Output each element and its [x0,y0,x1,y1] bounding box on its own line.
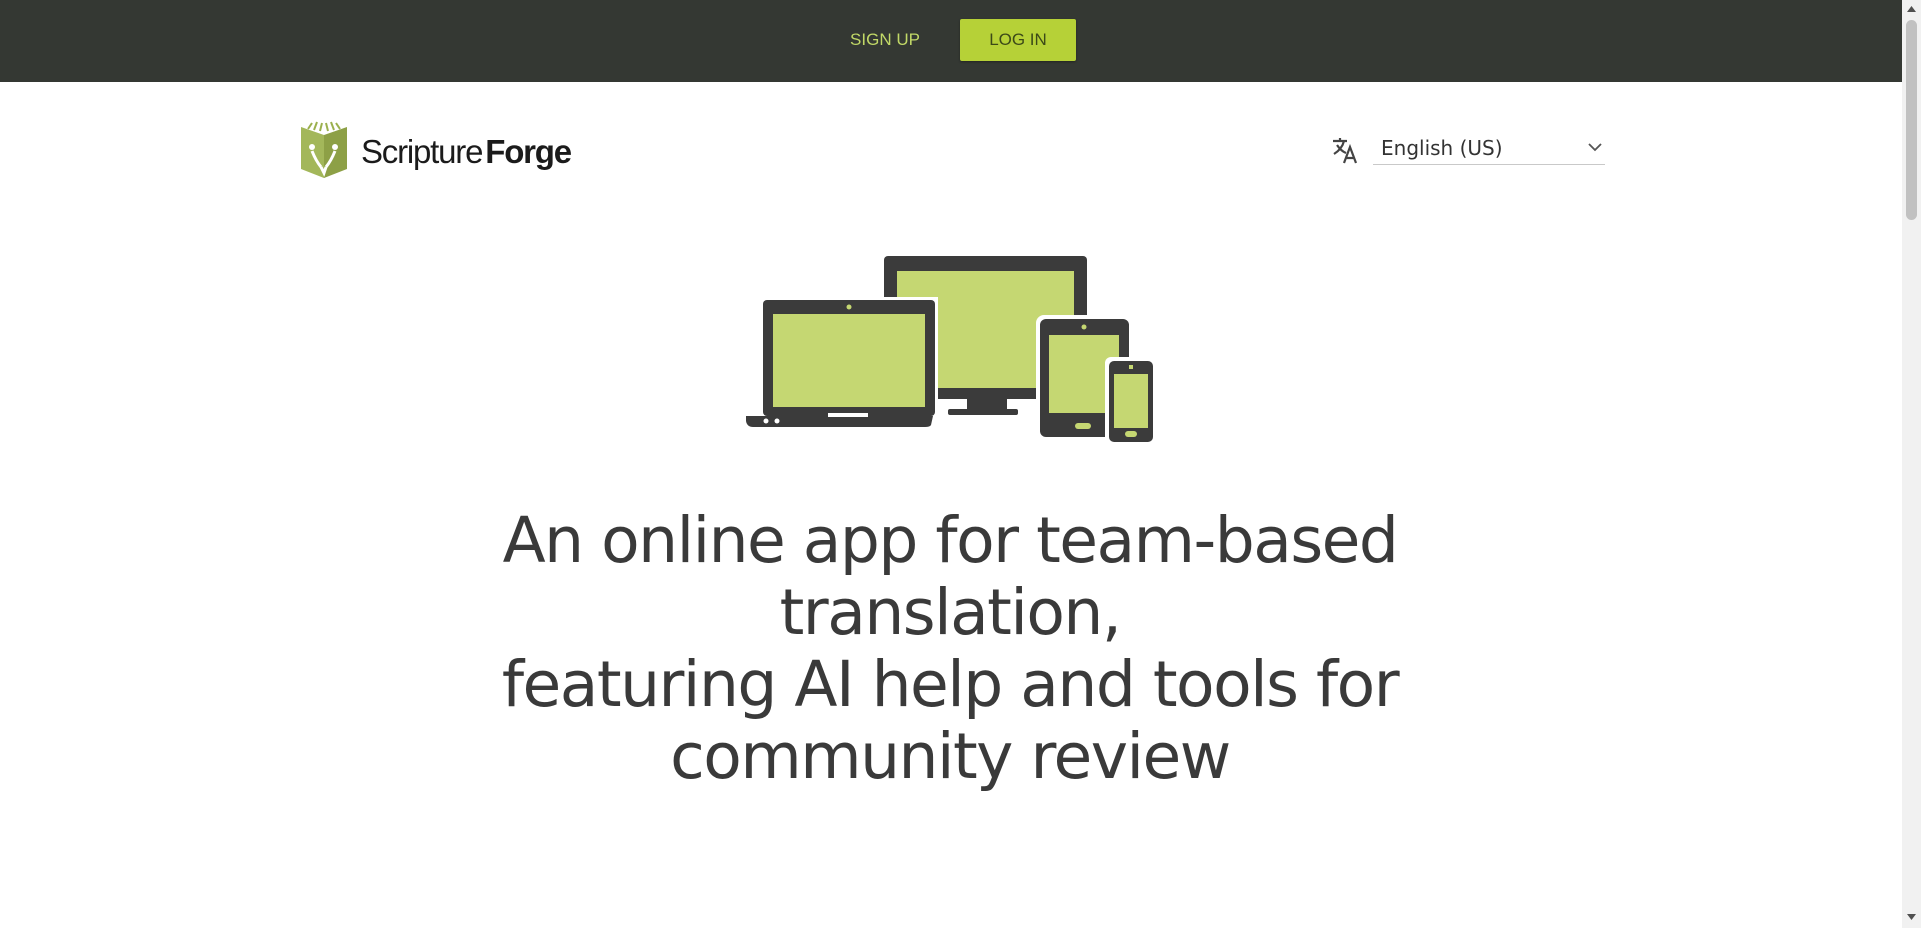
language-select[interactable]: English (US) [1373,132,1605,165]
scroll-up-arrow-icon[interactable] [1906,4,1917,14]
top-bar: SIGN UP LOG IN [0,0,1902,82]
translate-icon [1333,138,1358,164]
log-in-button[interactable]: LOG IN [960,19,1076,61]
hero-headline: An online app for team-based translation… [350,505,1550,793]
book-logo-icon [301,121,347,178]
scrollbar-thumb[interactable] [1906,20,1917,220]
headline-line-3: community review [670,720,1231,793]
sign-up-link[interactable]: SIGN UP [835,28,935,52]
logo-name-light: Scripture [361,133,483,170]
headline-line-2: featuring AI help and tools for [501,648,1400,721]
scroll-down-arrow-icon[interactable] [1906,912,1917,922]
scripture-forge-logo[interactable]: ScriptureForge [298,121,598,181]
chevron-down-icon [1588,143,1602,152]
devices-illustration [746,256,1157,445]
language-selected-value: English (US) [1381,136,1503,160]
logo-name-bold: Forge [485,133,572,170]
logo-wordmark: ScriptureForge [361,132,572,172]
vertical-scrollbar[interactable] [1902,0,1921,928]
headline-line-1: An online app for team-based translation… [502,504,1399,649]
